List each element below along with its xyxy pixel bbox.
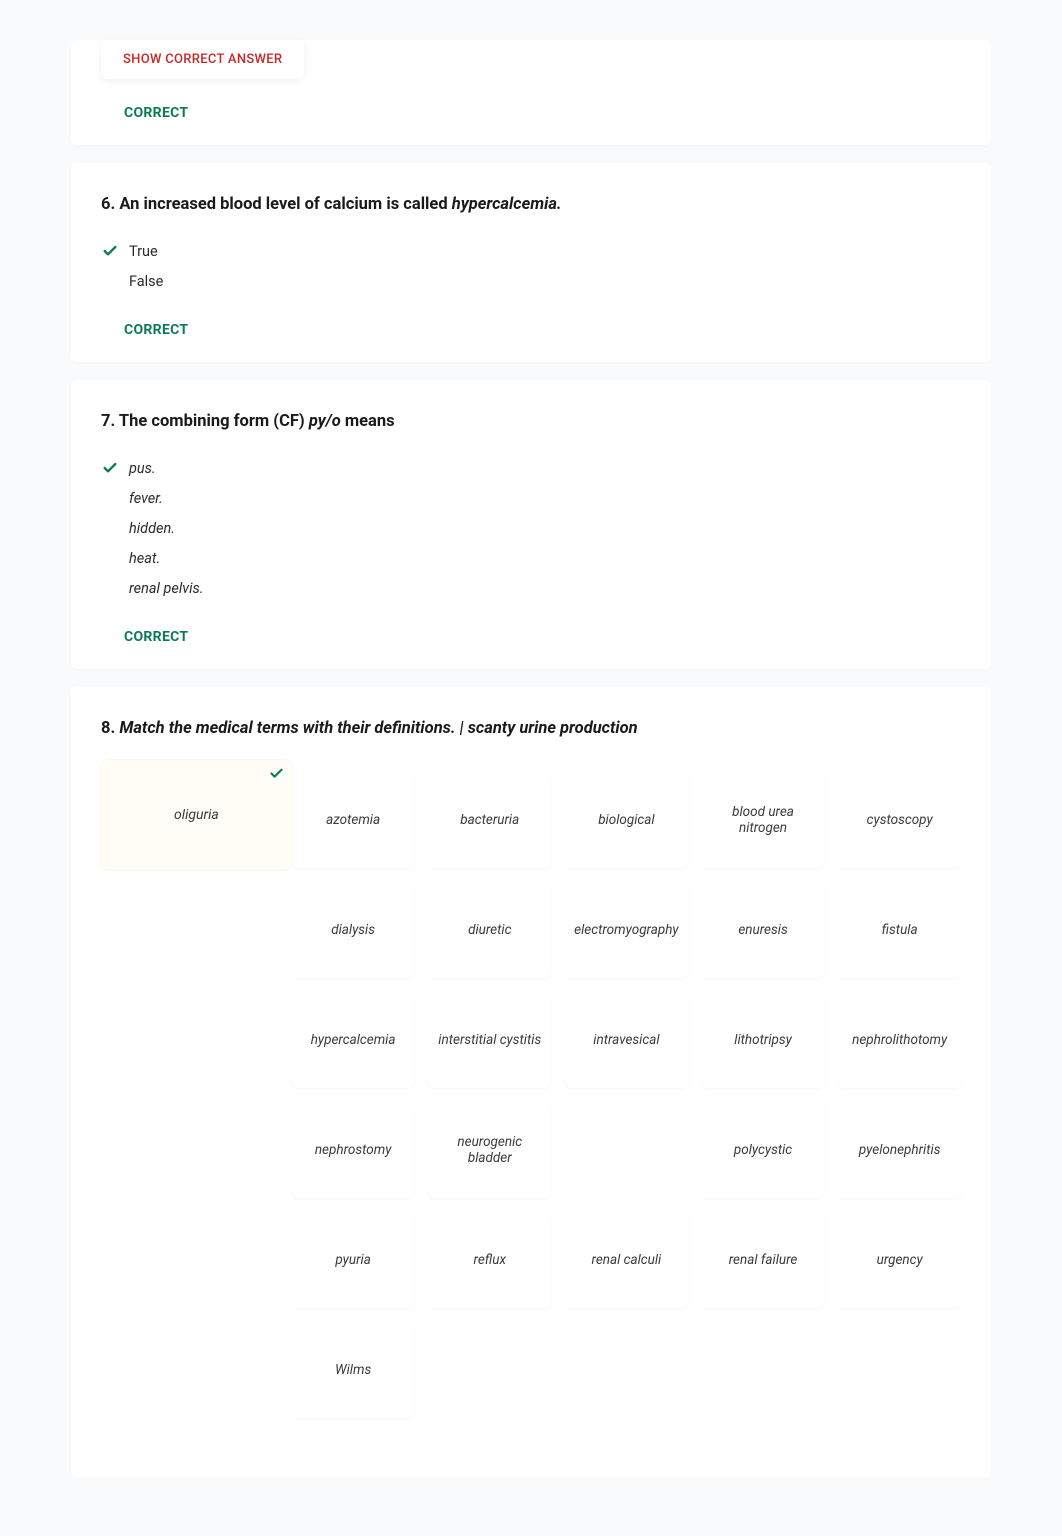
- option-text: pus.: [129, 460, 156, 477]
- option-row[interactable]: False: [101, 266, 961, 296]
- check-icon: [101, 459, 119, 477]
- correct-label: CORRECT: [101, 629, 961, 645]
- question-title-prefix: 7. The combining form (CF): [101, 412, 309, 431]
- question-card-5-footer: SHOW CORRECT ANSWER CORRECT: [71, 40, 991, 145]
- option-text: renal pelvis.: [129, 580, 203, 597]
- term-card[interactable]: enuresis: [702, 882, 825, 978]
- term-card[interactable]: hypercalcemia: [292, 992, 415, 1088]
- question-title-prefix: 8.: [101, 719, 119, 738]
- options-list: True False: [101, 236, 961, 296]
- option-text: False: [129, 273, 163, 290]
- term-card[interactable]: intravesical: [565, 992, 688, 1088]
- term-card[interactable]: polycystic: [702, 1102, 825, 1198]
- drop-slot[interactable]: oliguria: [101, 760, 292, 870]
- question-title: 8. Match the medical terms with their de…: [101, 717, 961, 740]
- correct-label: CORRECT: [101, 322, 961, 338]
- question-title-text: Match the medical terms with their defin…: [119, 719, 637, 738]
- term-card[interactable]: urgency: [838, 1212, 961, 1308]
- option-row[interactable]: hidden.: [101, 513, 961, 543]
- term-card[interactable]: interstitial cystitis: [428, 992, 551, 1088]
- term-card[interactable]: fistula: [838, 882, 961, 978]
- terms-grid: azotemiabacteruriabiologicalblood urea n…: [292, 772, 961, 1418]
- term-card[interactable]: diuretic: [428, 882, 551, 978]
- option-row[interactable]: renal pelvis.: [101, 573, 961, 603]
- term-card[interactable]: bacteruria: [428, 772, 551, 868]
- question-card-6: 6. An increased blood level of calcium i…: [71, 163, 991, 362]
- question-title-suffix: means: [341, 412, 395, 431]
- term-card[interactable]: biological: [565, 772, 688, 868]
- term-card[interactable]: azotemia: [292, 772, 415, 868]
- option-row[interactable]: True: [101, 236, 961, 266]
- question-card-7: 7. The combining form (CF) py/o means pu…: [71, 380, 991, 669]
- option-spacer: [101, 579, 119, 597]
- term-card[interactable]: neurogenic bladder: [428, 1102, 551, 1198]
- show-correct-answer-button[interactable]: SHOW CORRECT ANSWER: [101, 40, 304, 79]
- option-row[interactable]: fever.: [101, 483, 961, 513]
- question-title-text: 6. An increased blood level of calcium i…: [101, 195, 452, 214]
- option-spacer: [101, 549, 119, 567]
- question-title: 7. The combining form (CF) py/o means: [101, 410, 961, 433]
- correct-label: CORRECT: [101, 105, 961, 121]
- option-row[interactable]: heat.: [101, 543, 961, 573]
- term-card[interactable]: dialysis: [292, 882, 415, 978]
- option-spacer: [101, 489, 119, 507]
- question-title: 6. An increased blood level of calcium i…: [101, 193, 961, 216]
- option-text: hidden.: [129, 520, 175, 537]
- check-icon: [101, 242, 119, 260]
- term-card[interactable]: pyuria: [292, 1212, 415, 1308]
- term-card[interactable]: blood urea nitrogen: [702, 772, 825, 868]
- option-text: fever.: [129, 490, 163, 507]
- option-text: True: [129, 243, 158, 260]
- options-list: pus. fever. hidden. heat. renal pelvis.: [101, 453, 961, 603]
- option-row[interactable]: pus.: [101, 453, 961, 483]
- term-card[interactable]: pyelonephritis: [838, 1102, 961, 1198]
- term-card[interactable]: renal calculi: [565, 1212, 688, 1308]
- drop-slot-answer: oliguria: [174, 807, 219, 823]
- term-card[interactable]: nephrostomy: [292, 1102, 415, 1198]
- option-spacer: [101, 519, 119, 537]
- drop-target-area: oliguria azotemiabacteruriabiologicalblo…: [101, 760, 961, 1418]
- question-title-term: hypercalcemia.: [452, 195, 562, 214]
- term-card[interactable]: cystoscopy: [838, 772, 961, 868]
- check-icon: [269, 766, 284, 785]
- question-card-8: 8. Match the medical terms with their de…: [71, 687, 991, 1478]
- question-title-term: py/o: [309, 412, 341, 431]
- term-card[interactable]: Wilms: [292, 1322, 415, 1418]
- term-card[interactable]: renal failure: [702, 1212, 825, 1308]
- term-card[interactable]: lithotripsy: [702, 992, 825, 1088]
- option-spacer: [101, 272, 119, 290]
- option-text: heat.: [129, 550, 160, 567]
- term-card[interactable]: nephrolithotomy: [838, 992, 961, 1088]
- term-card[interactable]: electromyography: [565, 882, 688, 978]
- term-card[interactable]: reflux: [428, 1212, 551, 1308]
